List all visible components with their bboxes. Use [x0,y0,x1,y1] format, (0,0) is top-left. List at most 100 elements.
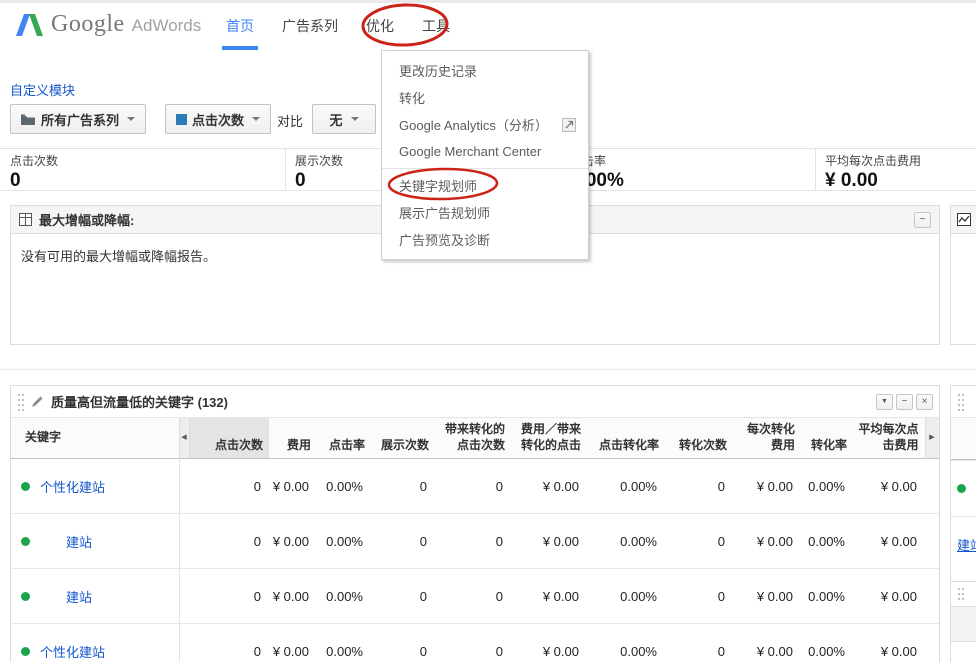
keyword-link[interactable]: 个性化建站 [40,480,105,495]
minimize-button[interactable]: − [914,212,931,228]
cell-conversion-rate: 0.00% [801,459,853,514]
tools-menu: 更改历史记录转化 Google Analytics（分析） Google Merch… [381,50,589,260]
cell-conversion-rate: 0.00% [801,569,853,624]
right-bottom-module [950,581,976,662]
right-bottom-module-band [951,606,976,642]
menu-item-display-planner[interactable]: 展示广告规划师 [382,199,588,226]
right-table-row [951,460,976,516]
keyword-cell: 建站 [11,569,179,624]
keyword-link[interactable]: 建站 [66,535,92,550]
spacer-cell [179,459,189,514]
menu-item-merchant-center[interactable]: Google Merchant Center [382,138,588,165]
menu-item-conversions[interactable]: 转化 [382,84,588,111]
drag-handle-icon[interactable] [957,587,965,601]
cell-cost-per-converted-click: ¥ 0.00 [511,569,587,624]
collapse-button[interactable]: ▼ [876,394,893,410]
keyword-cell: 个性化建站 [11,624,179,662]
column-header-cost-per-conversion[interactable]: 每次转化费用 [733,418,801,459]
keyword-row: 建站0¥ 0.000.00%00¥ 0.000.00%0¥ 0.000.00%¥… [11,569,939,624]
section-divider [0,369,976,370]
keyword-link[interactable]: 建站 [957,535,976,554]
stat-value: ¥ 0.00 [825,170,921,192]
menu-item-ad-preview[interactable]: 广告预览及诊断 [382,226,588,253]
keyword-table-header-row: 关键字◀点击次数费用点击率展示次数带来转化的点击次数费用／带来转化的点击点击转化… [11,418,939,459]
column-header-keyword[interactable]: 关键字 [11,418,179,459]
menu-item-google-analytics[interactable]: Google Analytics（分析） [382,111,588,138]
menu-item-label: Google Merchant Center [399,144,541,159]
campaign-filter-label: 所有广告系列 [41,110,119,129]
nav-item-optimize[interactable]: 优化 [352,3,408,50]
column-header-click-conversion-rate[interactable]: 点击转化率 [587,418,665,459]
folder-icon [21,114,35,125]
spacer-cell [179,569,189,624]
cell-ctr: 0.00% [317,624,371,662]
column-header-impressions[interactable]: 展示次数 [371,418,435,459]
menu-item-change-history[interactable]: 更改历史记录 [382,57,588,84]
stat-impressions: 展示次数0 [295,149,343,190]
drag-handle-icon[interactable] [957,392,965,412]
column-header-conversion-rate[interactable]: 转化率 [801,418,853,459]
keyword-link[interactable]: 个性化建站 [40,645,105,660]
cell-cost-per-conversion: ¥ 0.00 [733,624,801,662]
cell-conversion-rate: 0.00% [801,514,853,569]
spacer-cell [925,624,939,662]
close-button[interactable]: × [916,394,933,410]
stats-divider [285,149,286,190]
cell-conversions: 0 [665,624,733,662]
cell-clicks: 0 [189,459,269,514]
metric-filter-button[interactable]: 点击次数 [165,104,271,134]
column-header-converted-clicks[interactable]: 带来转化的点击次数 [435,418,511,459]
column-header-ctr[interactable]: 点击率 [317,418,371,459]
line-chart-icon [957,213,971,226]
column-header-cost-per-converted-click[interactable]: 费用／带来转化的点击 [511,418,587,459]
cell-cost-per-conversion: ¥ 0.00 [733,569,801,624]
cell-conversions: 0 [665,514,733,569]
keyword-row: 建站0¥ 0.000.00%00¥ 0.000.00%0¥ 0.000.00%¥… [11,514,939,569]
column-scroll-right[interactable]: ▶ [925,418,939,459]
column-header-cost[interactable]: 费用 [269,418,317,459]
spacer-cell [925,459,939,514]
cell-impressions: 0 [371,459,435,514]
minimize-button[interactable]: − [896,394,913,410]
stat-label: 点击次数 [10,152,58,169]
column-header-clicks[interactable]: 点击次数 [189,418,269,459]
cell-cost-per-converted-click: ¥ 0.00 [511,459,587,514]
keyword-link[interactable]: 建站 [66,590,92,605]
cell-click-conversion-rate: 0.00% [587,514,665,569]
custom-module-link[interactable]: 自定义模块 [10,80,75,99]
keyword-cell: 个性化建站 [11,459,179,514]
menu-item-label: 展示广告规划师 [399,203,490,222]
keyword-row: 个性化建站0¥ 0.000.00%00¥ 0.000.00%0¥ 0.000.0… [11,459,939,514]
status-dot [21,592,30,601]
menu-item-label: 转化 [399,88,425,107]
column-header-avg-cpc[interactable]: 平均每次点击费用 [853,418,925,459]
nav-item-tools[interactable]: 工具 [408,3,464,50]
status-dot [21,537,30,546]
table-icon [19,213,32,226]
spacer-cell [925,569,939,624]
pencil-icon[interactable] [31,395,44,408]
campaign-filter-button[interactable]: 所有广告系列 [10,104,146,134]
right-table-column-header [951,418,976,460]
drag-handle-icon[interactable] [17,392,25,412]
stat-clicks: 点击次数0 [10,149,58,190]
compare-select-button[interactable]: 无 [312,104,376,134]
nav-item-campaigns[interactable]: 广告系列 [268,3,352,50]
keyword-table-panel: 质量高但流量低的关键字 (132) ▼−× 关键字◀点击次数费用点击率展示次数带… [10,385,940,662]
cell-ctr: 0.00% [317,459,371,514]
keyword-cell: 建站 [11,514,179,569]
nav-item-home[interactable]: 首页 [212,3,268,50]
right-chart-module [950,205,976,345]
top-nav: Google AdWords 首页广告系列优化工具 [0,3,976,50]
column-scroll-left[interactable]: ◀ [179,418,189,459]
cell-cost: ¥ 0.00 [269,569,317,624]
cell-cost-per-conversion: ¥ 0.00 [733,459,801,514]
menu-item-label: 更改历史记录 [399,61,477,80]
cell-cost-per-conversion: ¥ 0.00 [733,514,801,569]
column-header-conversions[interactable]: 转化次数 [665,418,733,459]
cell-clicks: 0 [189,624,269,662]
menu-item-label: 关键字规划师 [399,176,477,195]
adwords-logo[interactable]: Google AdWords [16,11,201,38]
menu-item-keyword-planner[interactable]: 关键字规划师 [382,172,588,199]
cell-avg-cpc: ¥ 0.00 [853,569,925,624]
